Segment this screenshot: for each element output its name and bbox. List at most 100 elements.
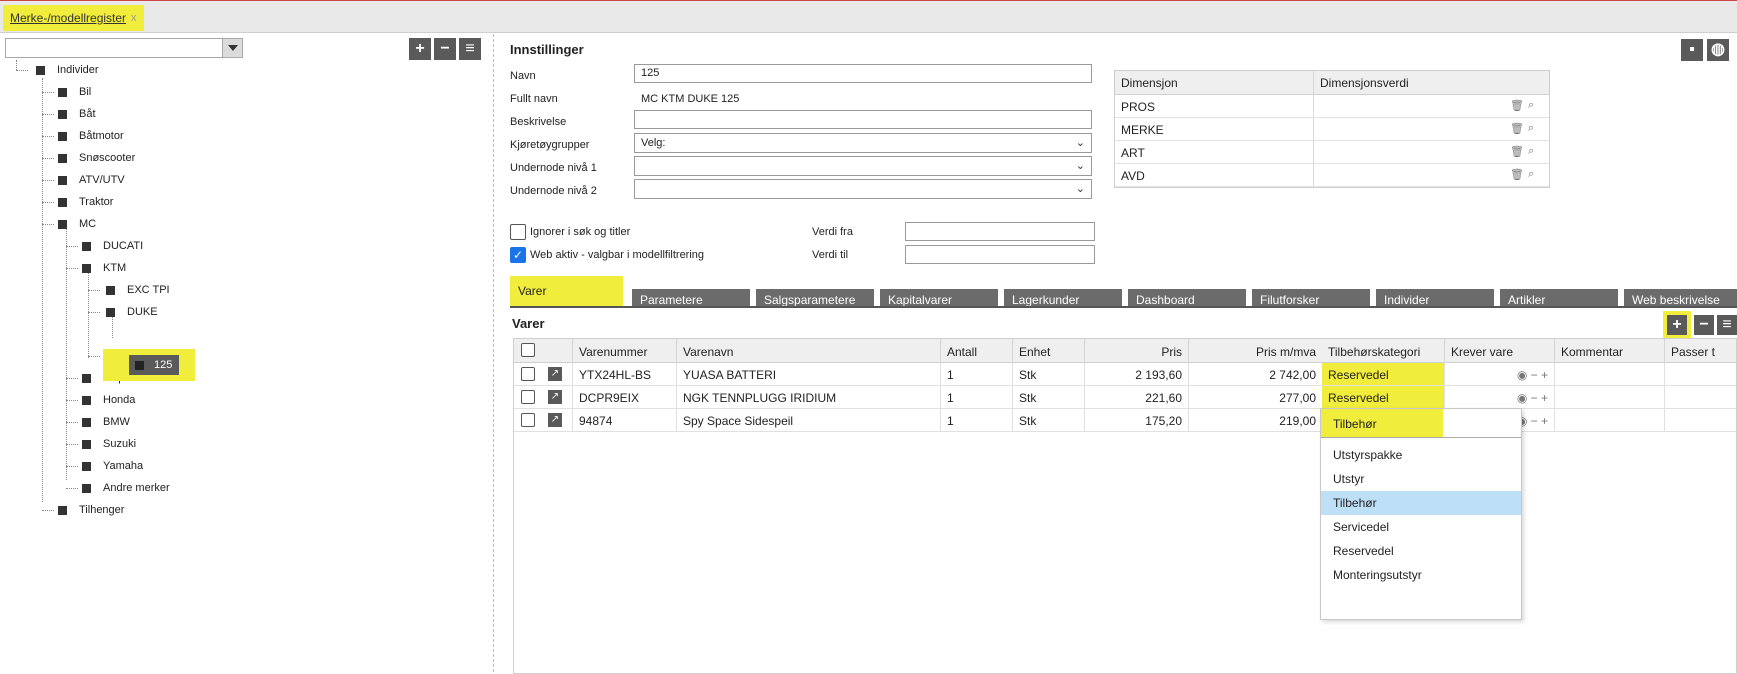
tree-node-bil[interactable]: Bil [58, 83, 91, 101]
chevron-down-icon[interactable] [222, 39, 242, 57]
tree-node-mc[interactable]: MC [58, 215, 96, 233]
dropdown-option[interactable]: Utstyrspakke [1321, 443, 1521, 467]
table-row[interactable]: ↗ DCPR9EIX NGK TENNPLUGG IRIDIUM 1 Stk 2… [514, 386, 1736, 409]
save-icon[interactable]: ▪ [1681, 39, 1703, 61]
dimension-value[interactable]: 🗑 ⌕ [1314, 164, 1549, 186]
tree-node-exc-tpi[interactable]: EXC TPI [106, 281, 170, 299]
table-row[interactable]: ↗ YTX24HL-BS YUASA BATTERI 1 Stk 2 193,6… [514, 363, 1736, 386]
dimension-value[interactable]: 🗑 ⌕ [1314, 118, 1549, 140]
cell-kommentar[interactable] [1554, 386, 1664, 409]
tree-node-traktor[interactable]: Traktor [58, 193, 113, 211]
remove-node-button[interactable]: − [434, 38, 456, 60]
dropdown-option[interactable]: Servicedel [1321, 515, 1521, 539]
menu-icon[interactable]: ≡ [459, 38, 481, 60]
tree-node-tilhenger[interactable]: Tilhenger [58, 501, 124, 519]
cell-antall[interactable]: 1 [940, 386, 1012, 409]
cell-kategori[interactable]: Reservedel [1322, 386, 1444, 409]
search-icon[interactable]: ⌕ [1528, 168, 1534, 181]
tree-node-snoscooter[interactable]: Snøscooter [58, 149, 135, 167]
tree-node-suzuki[interactable]: Suzuki [82, 435, 136, 453]
tree-node-batmotor[interactable]: Båtmotor [58, 127, 124, 145]
dimension-row[interactable]: MERKE 🗑 ⌕ [1115, 118, 1549, 141]
col-pris[interactable]: Pris [1084, 339, 1188, 363]
cell-passer[interactable] [1664, 363, 1737, 386]
col-krever-vare[interactable]: Krever vare [1444, 339, 1554, 363]
row-checkbox[interactable] [521, 413, 535, 427]
open-link-icon[interactable]: ↗ [548, 390, 562, 404]
cell-passer[interactable] [1664, 386, 1737, 409]
dropdown-option[interactable]: Utstyr [1321, 467, 1521, 491]
ignorer-checkbox[interactable] [510, 224, 526, 240]
tree-node-individer[interactable]: Individer [36, 61, 99, 79]
beskrivelse-field[interactable] [634, 110, 1092, 129]
cell-kommentar[interactable] [1554, 409, 1664, 432]
col-pris-mva[interactable]: Pris m/mva [1188, 339, 1322, 363]
verdi-til-field[interactable] [905, 245, 1095, 264]
dimension-value[interactable]: 🗑 ⌕ [1314, 95, 1549, 117]
col-antall[interactable]: Antall [940, 339, 1012, 363]
tree-node-andre-merker[interactable]: Andre merker [82, 479, 170, 497]
tree-node-125-selected[interactable]: 125 [103, 349, 195, 381]
dimension-row[interactable]: PROS 🗑 ⌕ [1115, 95, 1549, 118]
undernode-2-select[interactable]: ⌄ [634, 179, 1092, 199]
cell-antall[interactable]: 1 [940, 363, 1012, 386]
close-tab-icon[interactable]: x [131, 12, 137, 24]
open-link-icon[interactable]: ↗ [548, 413, 562, 427]
krever-vare-controls[interactable]: ◉ − + [1444, 363, 1554, 386]
tree-node-125[interactable]: 125 [129, 355, 179, 375]
search-icon[interactable]: ⌕ [1528, 122, 1534, 135]
trash-icon[interactable]: 🗑 [1510, 122, 1524, 135]
tree-node-bat[interactable]: Båt [58, 105, 96, 123]
row-checkbox[interactable] [521, 390, 535, 404]
dropdown-option[interactable]: Reservedel [1321, 539, 1521, 563]
search-icon[interactable]: ⌕ [1528, 99, 1534, 112]
tree-node-ducati[interactable]: DUCATI [82, 237, 143, 255]
col-passer[interactable]: Passer t [1664, 339, 1737, 363]
dimension-value[interactable]: 🗑 ⌕ [1314, 141, 1549, 163]
trash-icon[interactable]: 🗑 [1510, 168, 1524, 181]
trash-icon[interactable]: 🗑 [1510, 145, 1524, 158]
tree-node-yamaha[interactable]: Yamaha [82, 457, 143, 475]
remove-row-button[interactable]: − [1694, 315, 1714, 335]
cell-passer[interactable] [1664, 409, 1737, 432]
tree-node-honda[interactable]: Honda [82, 391, 135, 409]
tree-filter-combo[interactable] [5, 38, 243, 58]
navn-field[interactable]: 125 [634, 64, 1092, 83]
verdi-fra-field[interactable] [905, 222, 1095, 241]
tree-node-duke[interactable]: DUKE [106, 303, 158, 321]
col-dimensjonsverdi: Dimensjonsverdi [1320, 76, 1409, 90]
dropdown-selected[interactable]: Tilbehør [1321, 409, 1443, 437]
col-varenummer[interactable]: Varenummer [572, 339, 676, 363]
col-enhet[interactable]: Enhet [1012, 339, 1084, 363]
tab-varer[interactable]: Varer [510, 276, 623, 310]
col-kommentar[interactable]: Kommentar [1554, 339, 1664, 363]
dimension-row[interactable]: ART 🗑 ⌕ [1115, 141, 1549, 164]
kjoretoygrupper-select[interactable]: Velg: ⌄ [634, 133, 1092, 153]
row-checkbox[interactable] [521, 367, 535, 381]
cell-kommentar[interactable] [1554, 363, 1664, 386]
tab-merke-modellregister[interactable]: Merke-/modellregister x [3, 5, 144, 31]
dropdown-option[interactable]: Monteringsutstyr [1321, 563, 1521, 587]
cell-kategori[interactable]: Reservedel [1322, 363, 1444, 386]
globe-icon[interactable]: ◍ [1707, 39, 1729, 61]
search-icon[interactable]: ⌕ [1528, 145, 1534, 158]
krever-vare-controls[interactable]: ◉ − + [1444, 386, 1554, 409]
cell-antall[interactable]: 1 [940, 409, 1012, 432]
undernode-1-select[interactable]: ⌄ [634, 156, 1092, 176]
tree-node-bmw[interactable]: BMW [82, 413, 130, 431]
select-all-checkbox[interactable] [521, 343, 535, 357]
trash-icon[interactable]: 🗑 [1510, 99, 1524, 112]
tree-node-ktm[interactable]: KTM [82, 259, 126, 277]
tab-label[interactable]: Merke-/modellregister [10, 11, 126, 25]
col-tilbehorskategori[interactable]: Tilbehørskategori [1322, 339, 1444, 363]
add-row-button[interactable]: + [1663, 311, 1691, 339]
add-node-button[interactable]: + [409, 38, 431, 60]
web-aktiv-checkbox[interactable]: ✓ [510, 247, 526, 263]
dropdown-option-hovered[interactable]: Tilbehør [1321, 491, 1521, 515]
open-link-icon[interactable]: ↗ [548, 367, 562, 381]
menu-icon[interactable]: ≡ [1717, 315, 1737, 335]
tree-node-atv-utv[interactable]: ATV/UTV [58, 171, 125, 189]
col-varenavn[interactable]: Varenavn [676, 339, 940, 363]
table-row[interactable]: ↗ 94874 Spy Space Sidespeil 1 Stk 175,20… [514, 409, 1736, 432]
dimension-row[interactable]: AVD 🗑 ⌕ [1115, 164, 1549, 187]
